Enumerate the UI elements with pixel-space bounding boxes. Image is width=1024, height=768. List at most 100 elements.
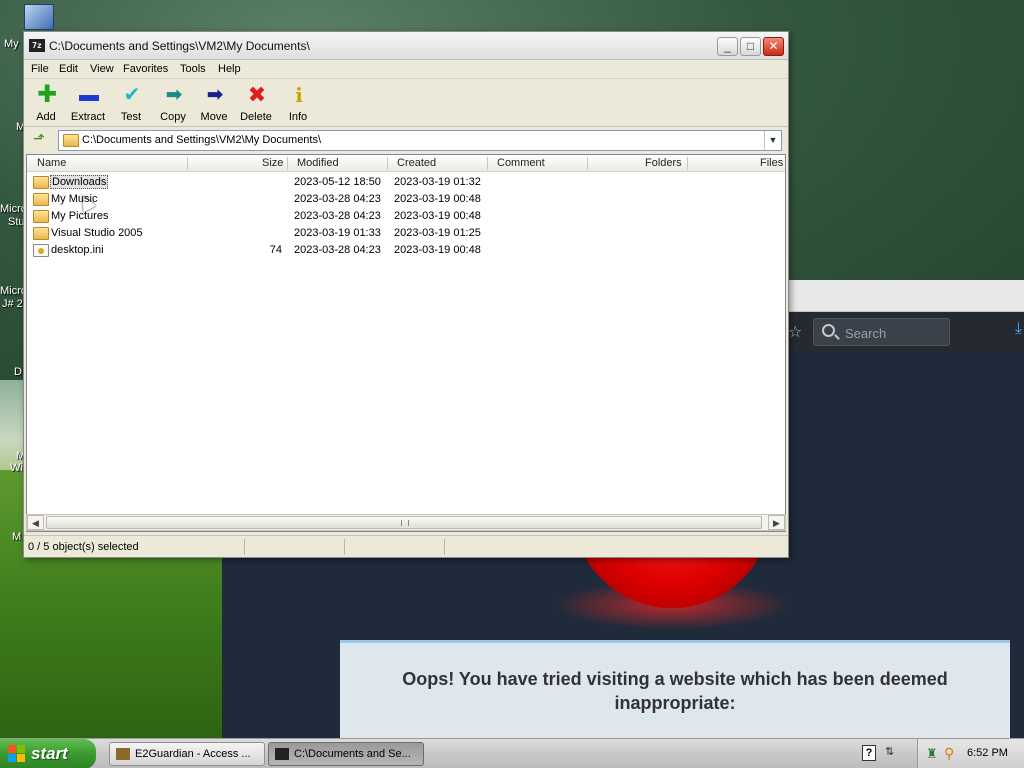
delete-button[interactable]: ✖ Delete bbox=[234, 82, 278, 124]
info-icon: i bbox=[295, 83, 303, 107]
browser-icon bbox=[116, 748, 130, 760]
row-size: 74 bbox=[269, 244, 282, 256]
column-divider[interactable] bbox=[287, 157, 288, 170]
row-name[interactable]: My Pictures bbox=[50, 210, 109, 222]
desktop-icon-label[interactable]: J# 2 bbox=[2, 298, 23, 310]
up-folder-button[interactable]: ⬏ bbox=[28, 130, 50, 150]
address-bar: ⬏ C:\Documents and Settings\VM2\My Docum… bbox=[24, 128, 788, 153]
move-button[interactable]: ➡ Move bbox=[192, 82, 236, 124]
test-label: Test bbox=[120, 111, 142, 123]
menu-tools[interactable]: Tools bbox=[180, 63, 206, 75]
info-label: Info bbox=[288, 111, 308, 123]
row-modified: 2023-03-28 04:23 bbox=[294, 193, 381, 205]
column-name[interactable]: Name bbox=[37, 157, 66, 169]
row-created: 2023-03-19 00:48 bbox=[394, 193, 481, 205]
file-list: Name Size Modified Created Comment Folde… bbox=[26, 154, 786, 532]
taskbar-item-7zip[interactable]: C:\Documents and Se... bbox=[268, 742, 424, 766]
search-icon[interactable]: ⚲ bbox=[944, 745, 954, 762]
7zip-app-icon bbox=[275, 748, 289, 760]
window-title: C:\Documents and Settings\VM2\My Documen… bbox=[49, 39, 310, 53]
close-button[interactable]: ✕ bbox=[763, 37, 784, 56]
row-modified: 2023-03-19 01:33 bbox=[294, 227, 381, 239]
help-icon[interactable]: ? bbox=[862, 745, 876, 761]
table-row[interactable]: My Music 2023-03-28 04:23 2023-03-19 00:… bbox=[27, 191, 785, 208]
horizontal-scrollbar[interactable]: ◀ ▶ bbox=[26, 514, 786, 531]
column-created[interactable]: Created bbox=[397, 157, 436, 169]
add-label: Add bbox=[36, 111, 56, 123]
column-modified[interactable]: Modified bbox=[297, 157, 339, 169]
test-button[interactable]: ✔ Test bbox=[109, 82, 153, 124]
row-created: 2023-03-19 00:48 bbox=[394, 244, 481, 256]
add-icon: ✚ bbox=[36, 81, 58, 108]
start-button[interactable]: start bbox=[0, 739, 96, 768]
column-comment[interactable]: Comment bbox=[497, 157, 545, 169]
desktop-icon-label[interactable]: D bbox=[14, 366, 22, 378]
column-size[interactable]: Size bbox=[262, 157, 283, 169]
settings-file-icon bbox=[33, 244, 49, 257]
bookmark-star-icon[interactable]: ☆ bbox=[788, 322, 802, 342]
add-button[interactable]: ✚ Add bbox=[24, 82, 68, 124]
row-name[interactable]: My Music bbox=[50, 193, 98, 205]
system-tray: ♜ ⚲ 6:52 PM bbox=[917, 739, 1024, 768]
network-icon[interactable]: ⇅ bbox=[885, 745, 894, 758]
task-label: E2Guardian - Access ... bbox=[135, 748, 251, 760]
copy-button[interactable]: ➡ Copy bbox=[151, 82, 195, 124]
row-name[interactable]: Downloads bbox=[50, 175, 109, 189]
row-created: 2023-03-19 00:48 bbox=[394, 210, 481, 222]
start-label: start bbox=[31, 744, 68, 763]
toolbar: ✚ Add ▬ Extract ✔ Test ➡ Copy ➡ Move ✖ D… bbox=[24, 79, 788, 127]
menu-favorites[interactable]: Favorites bbox=[123, 63, 168, 75]
column-divider[interactable] bbox=[587, 157, 588, 170]
column-divider[interactable] bbox=[187, 157, 188, 170]
column-divider[interactable] bbox=[387, 157, 388, 170]
7zip-app-icon: 7z bbox=[29, 39, 45, 52]
menu-edit[interactable]: Edit bbox=[59, 63, 78, 75]
window-titlebar[interactable]: 7z C:\Documents and Settings\VM2\My Docu… bbox=[24, 32, 788, 60]
row-modified: 2023-03-28 04:23 bbox=[294, 210, 381, 222]
menu-file[interactable]: File bbox=[31, 63, 49, 75]
table-row[interactable]: My Pictures 2023-03-28 04:23 2023-03-19 … bbox=[27, 208, 785, 225]
info-button[interactable]: i Info bbox=[276, 82, 320, 124]
minimize-button[interactable]: _ bbox=[717, 37, 738, 56]
column-divider[interactable] bbox=[487, 157, 488, 170]
my-computer-icon[interactable] bbox=[24, 4, 54, 30]
taskbar-item-e2guardian[interactable]: E2Guardian - Access ... bbox=[109, 742, 265, 766]
extract-button[interactable]: ▬ Extract bbox=[66, 82, 110, 124]
folder-icon bbox=[33, 176, 49, 189]
status-divider bbox=[444, 539, 445, 555]
row-modified: 2023-03-28 04:23 bbox=[294, 244, 381, 256]
desktop: My M Micro Stu Micro J# 2 D M Wi M ☆ Sea… bbox=[0, 0, 1024, 738]
column-folders[interactable]: Folders bbox=[645, 157, 682, 169]
status-selection: 0 / 5 object(s) selected bbox=[28, 541, 139, 553]
up-arrow-icon: ⬏ bbox=[33, 130, 45, 146]
scroll-thumb[interactable] bbox=[46, 516, 762, 529]
download-icon[interactable]: ⤓ bbox=[1015, 320, 1022, 338]
windows-logo-icon bbox=[8, 745, 26, 763]
status-divider bbox=[244, 539, 245, 555]
delete-icon: ✖ bbox=[247, 82, 267, 107]
chevron-down-icon[interactable]: ▼ bbox=[764, 131, 781, 150]
scroll-left-icon[interactable]: ◀ bbox=[27, 515, 44, 530]
row-name[interactable]: desktop.ini bbox=[50, 244, 105, 256]
table-row[interactable]: desktop.ini 74 2023-03-28 04:23 2023-03-… bbox=[27, 242, 785, 259]
column-files[interactable]: Files bbox=[760, 157, 783, 169]
row-modified: 2023-05-12 18:50 bbox=[294, 176, 381, 188]
tray-app-icon[interactable]: ♜ bbox=[926, 746, 938, 762]
table-row[interactable]: Visual Studio 2005 2023-03-19 01:33 2023… bbox=[27, 225, 785, 242]
maximize-button[interactable]: □ bbox=[740, 37, 761, 56]
table-row[interactable]: Downloads 2023-05-12 18:50 2023-03-19 01… bbox=[27, 174, 785, 213]
row-name[interactable]: Visual Studio 2005 bbox=[50, 227, 144, 239]
column-divider[interactable] bbox=[687, 157, 688, 170]
clock[interactable]: 6:52 PM bbox=[967, 747, 1008, 759]
scroll-right-icon[interactable]: ▶ bbox=[768, 515, 785, 530]
search-placeholder: Search bbox=[845, 326, 887, 341]
desktop-icon-label[interactable]: M bbox=[12, 531, 21, 543]
menu-view[interactable]: View bbox=[90, 63, 114, 75]
list-header: Name Size Modified Created Comment Folde… bbox=[27, 155, 785, 172]
address-path[interactable]: C:\Documents and Settings\VM2\My Documen… bbox=[82, 134, 321, 146]
desktop-icon-label[interactable]: My bbox=[4, 38, 19, 50]
browser-search-input[interactable]: Search bbox=[813, 318, 950, 346]
menu-help[interactable]: Help bbox=[218, 63, 241, 75]
address-combo[interactable]: C:\Documents and Settings\VM2\My Documen… bbox=[58, 130, 782, 151]
desktop-icon-label[interactable]: Wi bbox=[10, 462, 23, 474]
